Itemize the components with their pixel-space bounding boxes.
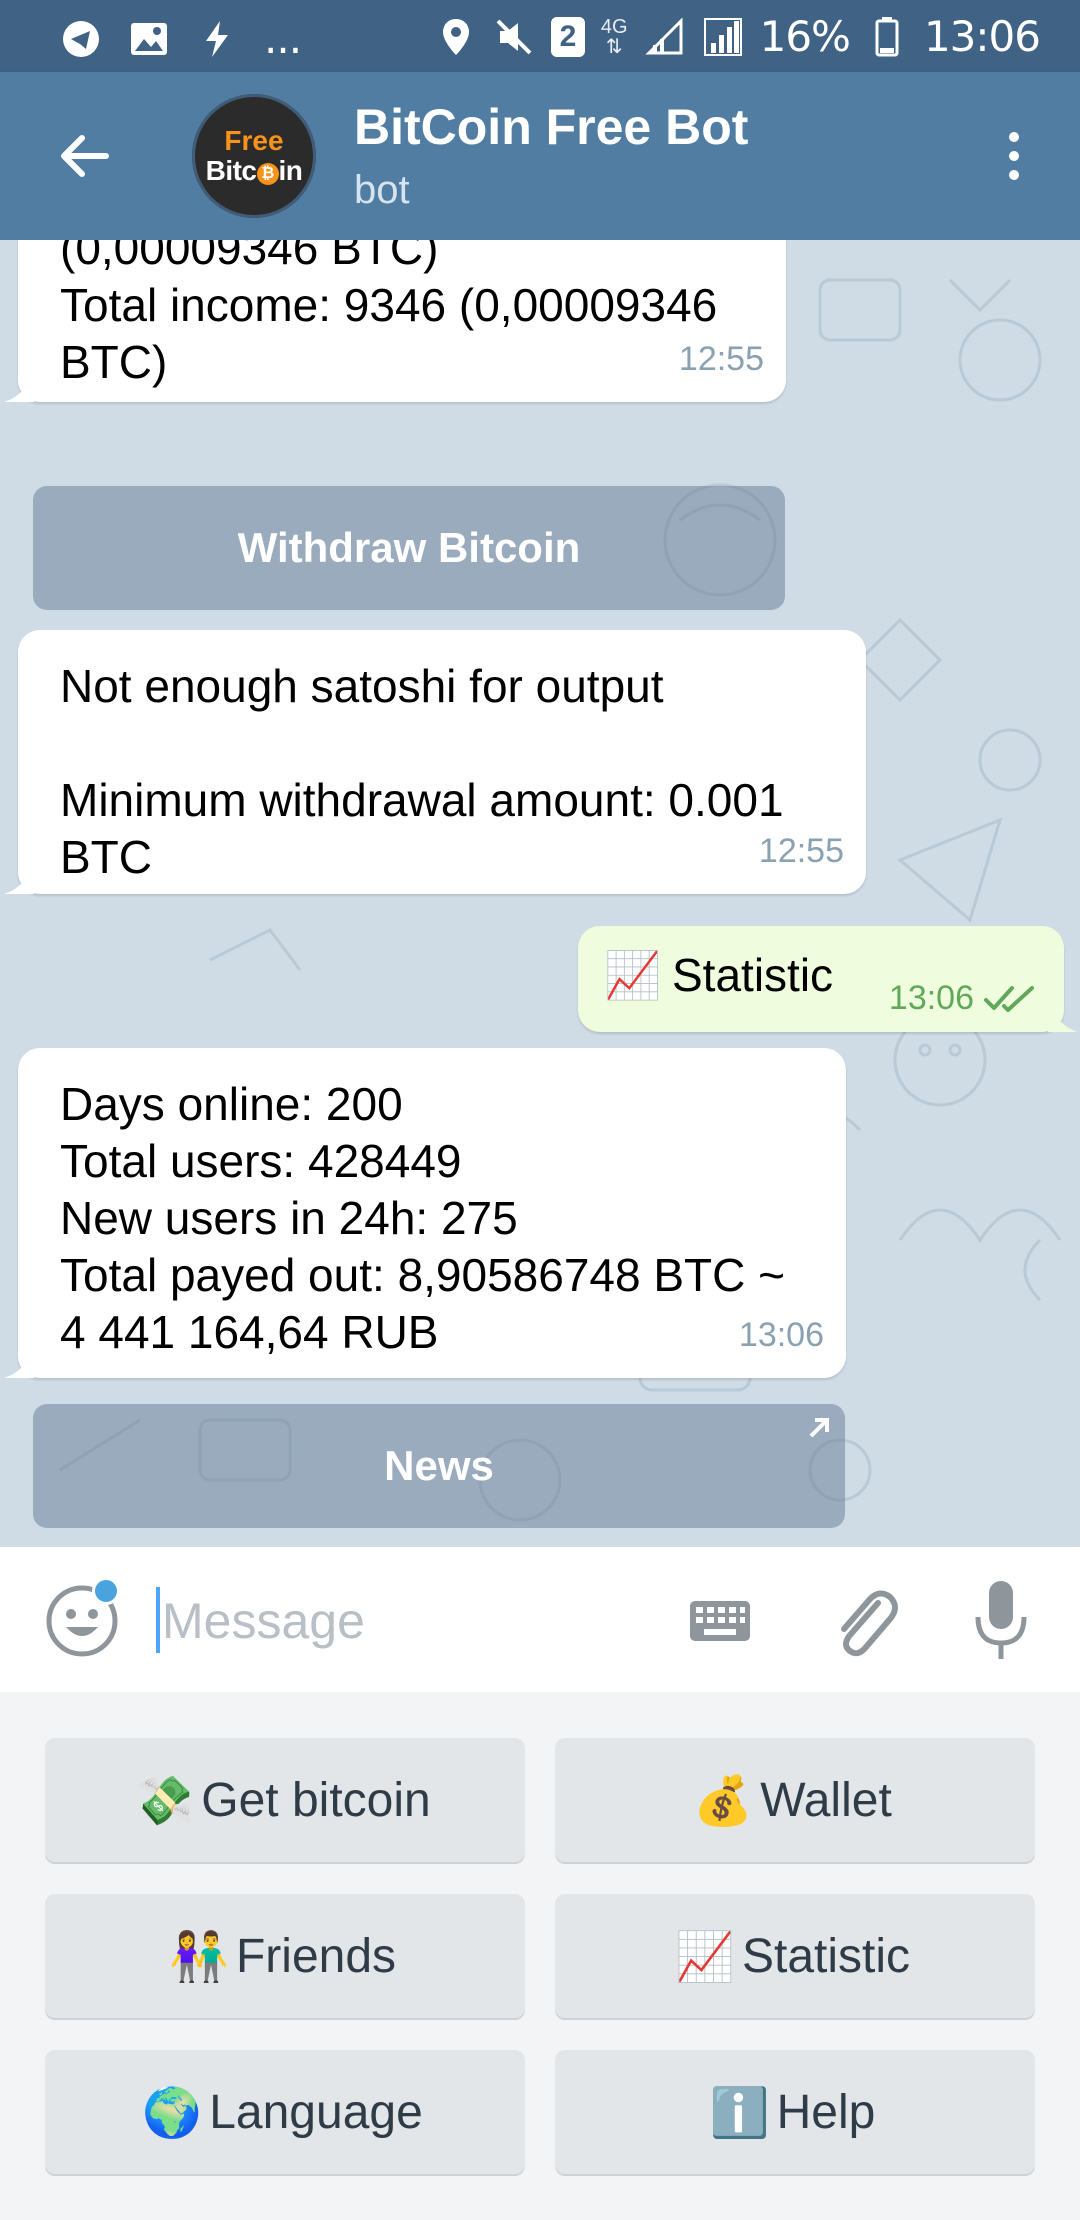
button-label: Statistic <box>741 1929 911 1983</box>
statistic-button[interactable]: 📈 Statistic <box>555 1894 1035 2018</box>
chat-header: Free Bitc ₿ in BitCoin Free Bot bot <box>0 72 1080 240</box>
bubble-tail <box>1048 1002 1078 1032</box>
more-notifications-indicator: ... <box>264 14 302 63</box>
message-time: 12:55 <box>678 340 764 378</box>
bitcoin-coin-icon: ₿ <box>256 163 279 185</box>
message-time: 12:55 <box>758 832 844 870</box>
dot <box>1009 151 1019 161</box>
signal-icon <box>644 16 686 58</box>
back-button[interactable] <box>48 120 120 192</box>
text-cursor <box>156 1587 160 1653</box>
keyboard-icon[interactable] <box>688 1589 752 1653</box>
message-time: 13:06 <box>888 979 974 1017</box>
outgoing-message[interactable]: 📈 Statistic 13:06 <box>578 926 1078 1032</box>
bubble-tail <box>4 1348 34 1378</box>
couple-icon: 👫 <box>169 1930 229 1984</box>
info-icon: ℹ️ <box>709 2086 770 2140</box>
incoming-message[interactable]: (0,00009346 BTC) Total income: 9346 (0,0… <box>4 240 786 402</box>
battery-icon <box>866 16 908 58</box>
message-input-bar <box>0 1546 1080 1692</box>
bot-avatar[interactable]: Free Bitc ₿ in <box>192 94 316 218</box>
news-button[interactable]: News <box>33 1404 845 1528</box>
incoming-message[interactable]: Not enough satoshi for output Minimum wi… <box>4 630 866 894</box>
message-text: 📈 Statistic <box>604 947 834 1002</box>
signal-icon-2 <box>702 16 744 58</box>
incoming-message[interactable]: Days online: 200 Total users: 428449 New… <box>4 1048 846 1378</box>
paperclip-icon[interactable] <box>828 1581 900 1661</box>
get-bitcoin-button[interactable]: 💸 Get bitcoin <box>45 1738 525 1862</box>
message-time: 13:06 <box>738 1316 824 1354</box>
microphone-icon[interactable] <box>966 1577 1036 1665</box>
money-bag-icon: 💰 <box>693 1774 754 1828</box>
message-input[interactable] <box>162 1573 642 1669</box>
avatar-logo-line1: Free <box>224 125 284 156</box>
read-checkmarks-icon <box>984 986 1034 1012</box>
battery-percent: 16% <box>759 12 851 61</box>
message-text: Days online: 200 Total users: 428449 New… <box>60 1078 786 1358</box>
dot <box>1009 132 1019 142</box>
image-icon <box>128 18 170 60</box>
status-bar-notifications: ... <box>60 14 302 63</box>
bubble-tail <box>4 372 34 402</box>
message-text-cut: (0,00009346 BTC) <box>60 240 439 274</box>
clock: 13:06 <box>923 12 1041 61</box>
chat-subtitle: bot <box>354 168 410 212</box>
status-bar: ... 2 4G ⇅ 16% 13:06 <box>0 0 1080 72</box>
button-label: Get bitcoin <box>201 1773 431 1827</box>
flash-icon <box>196 18 238 60</box>
open-link-arrow-icon <box>809 1418 829 1438</box>
news-label: News <box>384 1442 494 1489</box>
chart-increasing-icon: 📈 <box>604 947 662 1002</box>
dot <box>1009 170 1019 180</box>
friends-button[interactable]: 👫 Friends <box>45 1894 525 2018</box>
money-with-wings-icon: 💸 <box>134 1774 195 1828</box>
chart-increasing-icon: 📈 <box>675 1930 735 1984</box>
network-type: 4G ⇅ <box>600 15 628 58</box>
withdraw-bitcoin-label: Withdraw Bitcoin <box>237 524 581 571</box>
button-label: Language <box>209 2085 423 2139</box>
help-button[interactable]: ℹ️ Help <box>555 2050 1035 2174</box>
avatar-logo-line2: Bitc ₿ in <box>205 155 303 186</box>
notification-dot <box>92 1577 120 1605</box>
message-text: Not enough satoshi for output Minimum wi… <box>60 660 784 883</box>
language-button[interactable]: 🌍 Language <box>45 2050 525 2174</box>
withdraw-bitcoin-button[interactable]: Withdraw Bitcoin <box>33 486 785 610</box>
telegram-icon <box>60 18 102 60</box>
button-label: Help <box>776 2085 876 2139</box>
message-text: Total income: 9346 (0,00009346 BTC) <box>60 279 718 388</box>
chat-messages[interactable]: (0,00009346 BTC) Total income: 9346 (0,0… <box>0 240 1080 1546</box>
bot-reply-keyboard: 💸 Get bitcoin 💰 Wallet 👫 Friends 📈 Stati… <box>0 1692 1080 2220</box>
wallet-button[interactable]: 💰 Wallet <box>555 1738 1035 1862</box>
status-bar-system: 2 4G ⇅ 16% 13:06 <box>435 12 1041 61</box>
bubble-tail <box>4 864 34 894</box>
button-label: Wallet <box>760 1773 892 1827</box>
more-options-button[interactable] <box>984 120 1044 192</box>
globe-icon: 🌍 <box>142 2086 203 2140</box>
chat-title[interactable]: BitCoin Free Bot <box>354 98 748 156</box>
location-icon <box>435 16 477 58</box>
sim-icon: 2 <box>550 16 585 57</box>
button-label: Friends <box>235 1929 397 1983</box>
mute-icon <box>493 16 535 58</box>
arrow-left-icon <box>61 135 109 177</box>
